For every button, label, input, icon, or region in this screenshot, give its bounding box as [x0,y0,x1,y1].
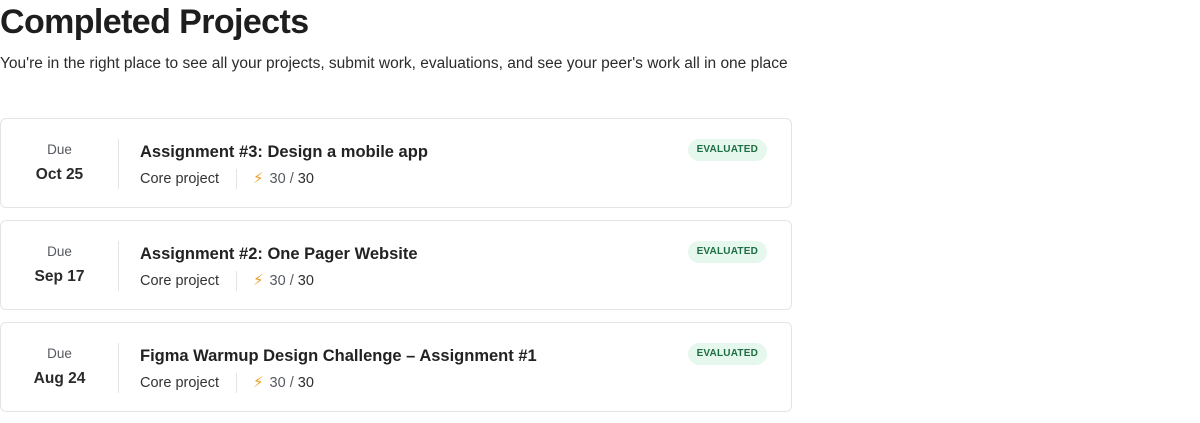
due-date: Aug 24 [33,370,86,387]
score-total: 30 [297,375,314,391]
score-separator: / [289,375,294,391]
score-earned: 30 [269,171,286,187]
meta-divider [235,271,237,291]
project-info: Assignment #2: One Pager Website Core pr… [140,243,418,291]
project-card[interactable]: Due Aug 24 Figma Warmup Design Challenge… [0,322,792,412]
meta-divider [235,373,237,393]
score: 30 / 30 [270,271,314,291]
score-total: 30 [297,273,314,289]
project-list: Due Oct 25 Assignment #3: Design a mobil… [0,118,792,423]
due-label: Due [47,244,72,259]
score: 30 / 30 [270,373,314,393]
page-subtitle: You're in the right place to see all you… [0,55,788,72]
project-meta: Core project ⚡ 30 / 30 [140,169,428,189]
score-total: 30 [297,171,314,187]
due-block: Due Oct 25 [1,139,119,189]
due-date: Sep 17 [34,268,85,285]
score-earned: 30 [269,273,286,289]
score: 30 / 30 [270,169,314,189]
status-badge: EVALUATED [687,241,767,263]
project-card[interactable]: Due Oct 25 Assignment #3: Design a mobil… [0,118,792,208]
lightning-bolt-icon: ⚡ [252,170,264,187]
project-type: Core project [140,375,219,391]
project-title[interactable]: Assignment #2: One Pager Website [140,243,418,265]
lightning-bolt-icon: ⚡ [252,272,264,289]
project-meta: Core project ⚡ 30 / 30 [140,373,537,393]
due-label: Due [47,346,72,361]
completed-projects-page: Completed Projects You're in the right p… [0,0,1200,423]
project-title[interactable]: Assignment #3: Design a mobile app [140,141,428,163]
project-title[interactable]: Figma Warmup Design Challenge – Assignme… [140,345,537,367]
due-date: Oct 25 [35,166,84,183]
status-badge: EVALUATED [687,343,767,365]
due-block: Due Aug 24 [1,343,119,393]
due-block: Due Sep 17 [1,241,119,291]
project-info: Assignment #3: Design a mobile app Core … [140,141,428,189]
project-type: Core project [140,273,219,289]
score-separator: / [289,171,294,187]
project-info: Figma Warmup Design Challenge – Assignme… [140,345,537,393]
project-card[interactable]: Due Sep 17 Assignment #2: One Pager Webs… [0,220,792,310]
due-label: Due [47,142,72,157]
meta-divider [235,169,237,189]
score-separator: / [289,273,294,289]
score-earned: 30 [269,375,286,391]
status-badge: EVALUATED [687,139,767,161]
project-meta: Core project ⚡ 30 / 30 [140,271,418,291]
project-type: Core project [140,171,219,187]
lightning-bolt-icon: ⚡ [252,374,264,391]
page-title: Completed Projects [0,3,309,41]
